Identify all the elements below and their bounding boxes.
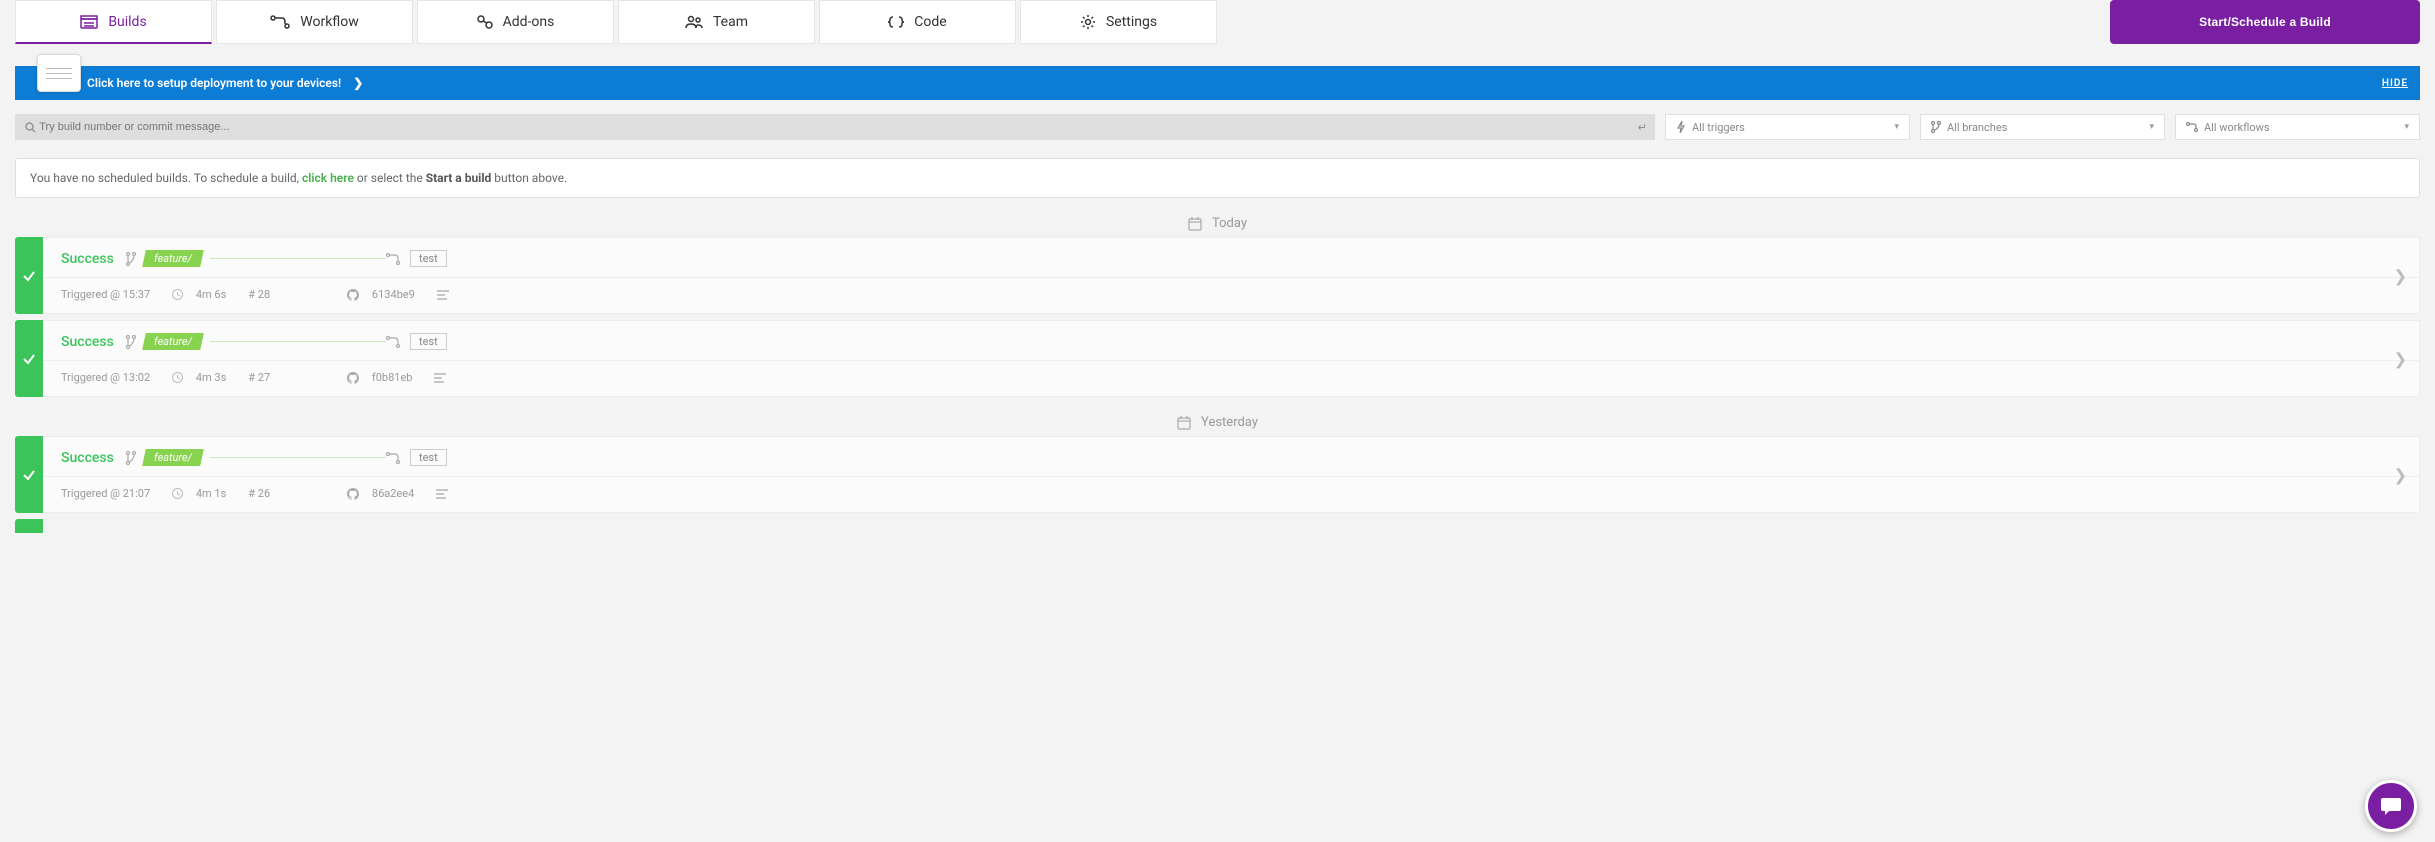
branch-icon bbox=[126, 252, 136, 266]
build-duration: 4m 3s bbox=[172, 371, 226, 384]
chevron-right-icon[interactable]: ❯ bbox=[2394, 465, 2407, 484]
workflow-icon bbox=[386, 336, 400, 348]
day-separator-yesterday: Yesterday bbox=[15, 415, 2420, 430]
branch-tag: feature/ bbox=[142, 250, 204, 267]
scheduled-builds-notice: You have no scheduled builds. To schedul… bbox=[15, 158, 2420, 198]
chevron-down-icon: ▾ bbox=[2149, 122, 2154, 132]
tab-settings[interactable]: Settings bbox=[1020, 0, 1217, 44]
workflow-tag: test bbox=[410, 250, 447, 267]
branch-tag: feature/ bbox=[142, 449, 204, 466]
list-icon bbox=[437, 290, 449, 300]
list-icon bbox=[436, 489, 448, 499]
tab-label: Workflow bbox=[300, 14, 359, 30]
status-label: Success bbox=[61, 251, 126, 267]
filter-triggers[interactable]: All triggers ▾ bbox=[1665, 114, 1910, 140]
settings-icon bbox=[1080, 14, 1096, 30]
tab-label: Team bbox=[713, 14, 748, 30]
chevron-down-icon: ▾ bbox=[1894, 122, 1899, 132]
tab-label: Add-ons bbox=[503, 14, 555, 30]
build-number: # 27 bbox=[248, 371, 270, 384]
tab-label: Settings bbox=[1106, 14, 1157, 30]
build-row[interactable]: Success feature/ test Triggered @ 13:02 … bbox=[15, 320, 2420, 397]
chevron-down-icon: ▾ bbox=[2404, 122, 2409, 132]
status-label: Success bbox=[61, 334, 126, 350]
build-number: # 28 bbox=[248, 288, 270, 301]
banner-text: Click here to setup deployment to your d… bbox=[87, 76, 341, 90]
workflow-icon bbox=[386, 253, 400, 265]
filter-label: All triggers bbox=[1692, 121, 1745, 134]
start-build-bold: Start a build bbox=[426, 171, 492, 185]
list-icon bbox=[434, 373, 446, 383]
build-row-partial bbox=[15, 519, 43, 533]
build-duration: 4m 1s bbox=[172, 487, 226, 500]
day-label: Today bbox=[1212, 216, 1247, 231]
workflow-icon bbox=[386, 452, 400, 464]
workflow-tag: test bbox=[410, 333, 447, 350]
addons-icon bbox=[477, 15, 493, 29]
deployment-banner[interactable]: Click here to setup deployment to your d… bbox=[15, 66, 2420, 100]
hide-banner-button[interactable]: HIDE bbox=[2382, 78, 2408, 89]
tab-label: Code bbox=[914, 14, 946, 30]
filter-branches[interactable]: All branches ▾ bbox=[1920, 114, 2165, 140]
triggered-time: Triggered @ 15:37 bbox=[61, 288, 150, 301]
workflow-tag: test bbox=[410, 449, 447, 466]
team-icon bbox=[685, 15, 703, 29]
day-separator-today: Today bbox=[15, 216, 2420, 231]
branch-tag: feature/ bbox=[142, 333, 204, 350]
tab-team[interactable]: Team bbox=[618, 0, 815, 44]
enter-icon: ↵ bbox=[1638, 121, 1647, 134]
search-box: ↵ bbox=[15, 114, 1655, 140]
build-row[interactable]: Success feature/ test Triggered @ 15:37 … bbox=[15, 237, 2420, 314]
build-number: # 26 bbox=[248, 487, 270, 500]
search-input[interactable] bbox=[39, 121, 1645, 133]
filter-workflows[interactable]: All workflows ▾ bbox=[2175, 114, 2420, 140]
chevron-right-icon[interactable]: ❯ bbox=[2394, 266, 2407, 285]
filter-label: All workflows bbox=[2204, 121, 2270, 134]
commit-hash: f0b81eb bbox=[347, 371, 412, 384]
code-icon bbox=[888, 15, 904, 29]
status-indicator bbox=[15, 320, 43, 397]
start-build-button[interactable]: Start/Schedule a Build bbox=[2110, 0, 2420, 44]
triggered-time: Triggered @ 13:02 bbox=[61, 371, 150, 384]
search-icon bbox=[25, 122, 36, 133]
filter-label: All branches bbox=[1947, 121, 2007, 134]
document-icon bbox=[37, 54, 81, 92]
triggered-time: Triggered @ 21:07 bbox=[61, 487, 150, 500]
build-row[interactable]: Success feature/ test Triggered @ 21:07 … bbox=[15, 436, 2420, 513]
day-label: Yesterday bbox=[1201, 415, 1258, 430]
tab-workflow[interactable]: Workflow bbox=[216, 0, 413, 44]
status-indicator bbox=[15, 436, 43, 513]
status-label: Success bbox=[61, 450, 126, 466]
branch-icon bbox=[126, 335, 136, 349]
status-indicator bbox=[15, 237, 43, 314]
tab-label: Builds bbox=[108, 14, 146, 30]
branch-icon bbox=[126, 451, 136, 465]
chevron-right-icon[interactable]: ❯ bbox=[2394, 349, 2407, 368]
commit-hash: 86a2ee4 bbox=[347, 487, 414, 500]
build-duration: 4m 6s bbox=[172, 288, 226, 301]
chat-button[interactable] bbox=[2365, 780, 2417, 832]
builds-icon bbox=[80, 15, 98, 29]
tab-addons[interactable]: Add-ons bbox=[417, 0, 614, 44]
workflow-icon bbox=[270, 15, 290, 29]
schedule-link[interactable]: click here bbox=[302, 171, 354, 185]
tab-builds[interactable]: Builds bbox=[15, 0, 212, 44]
commit-hash: 6134be9 bbox=[347, 288, 415, 301]
tab-code[interactable]: Code bbox=[819, 0, 1016, 44]
chevron-right-icon: ❯ bbox=[353, 76, 363, 90]
